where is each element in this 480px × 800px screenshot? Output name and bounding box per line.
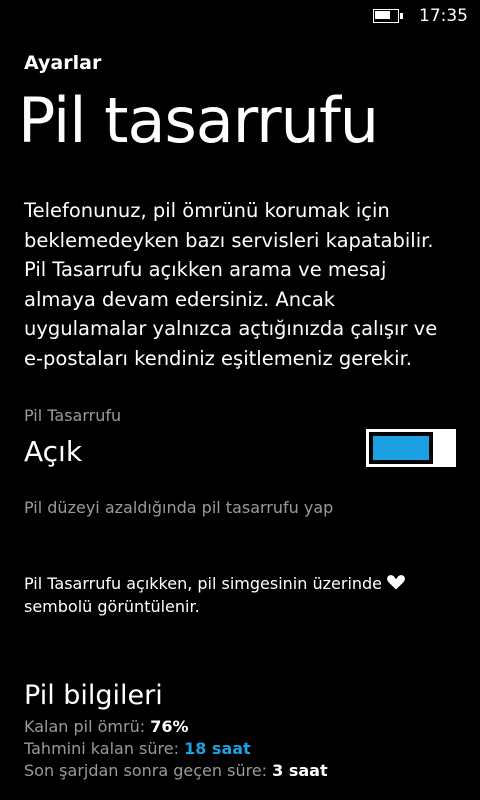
info-value: 76% (150, 717, 189, 736)
app-title: Ayarlar (24, 52, 102, 74)
low-battery-auto-option[interactable]: Pil düzeyi azaldığında pil tasarrufu yap (24, 498, 333, 517)
info-label: Son şarjdan sonra geçen süre: (24, 761, 268, 780)
indicator-note-text-before: Pil Tasarrufu açıkken, pil simgesinin üz… (24, 574, 383, 593)
page-title: Pil tasarrufu (18, 84, 379, 157)
battery-fill (375, 11, 390, 19)
battery-info-list: Kalan pil ömrü: 76% Tahmini kalan süre: … (24, 716, 328, 782)
info-label: Kalan pil ömrü: (24, 717, 146, 736)
battery-saver-toggle-switch[interactable] (366, 429, 456, 467)
battery-info-heading: Pil bilgileri (24, 680, 163, 711)
battery-info-row-remaining: Kalan pil ömrü: 76% (24, 716, 328, 738)
battery-icon (373, 9, 403, 23)
indicator-note: Pil Tasarrufu açıkken, pil simgesinin üz… (24, 572, 464, 618)
battery-saver-state-label: Açık (24, 435, 83, 468)
info-label: Tahmini kalan süre: (24, 739, 179, 758)
info-value: 18 saat (184, 739, 251, 758)
toggle-thumb[interactable] (436, 429, 456, 467)
status-bar: 17:35 (373, 0, 480, 32)
clock: 17:35 (419, 6, 468, 26)
battery-saver-toggle-header: Pil Tasarrufu (24, 406, 122, 425)
toggle-fill (373, 436, 429, 460)
toggle-track (366, 429, 436, 467)
battery-info-row-estimated-time: Tahmini kalan süre: 18 saat (24, 738, 328, 760)
heart-icon (387, 572, 406, 595)
info-value: 3 saat (272, 761, 328, 780)
battery-info-row-since-charge: Son şarjdan sonra geçen süre: 3 saat (24, 760, 328, 782)
description-text: Telefonunuz, pil ömrünü korumak için bek… (24, 199, 438, 370)
battery-tip (400, 13, 403, 19)
indicator-note-text-after: sembolü görüntülenir. (24, 597, 200, 616)
